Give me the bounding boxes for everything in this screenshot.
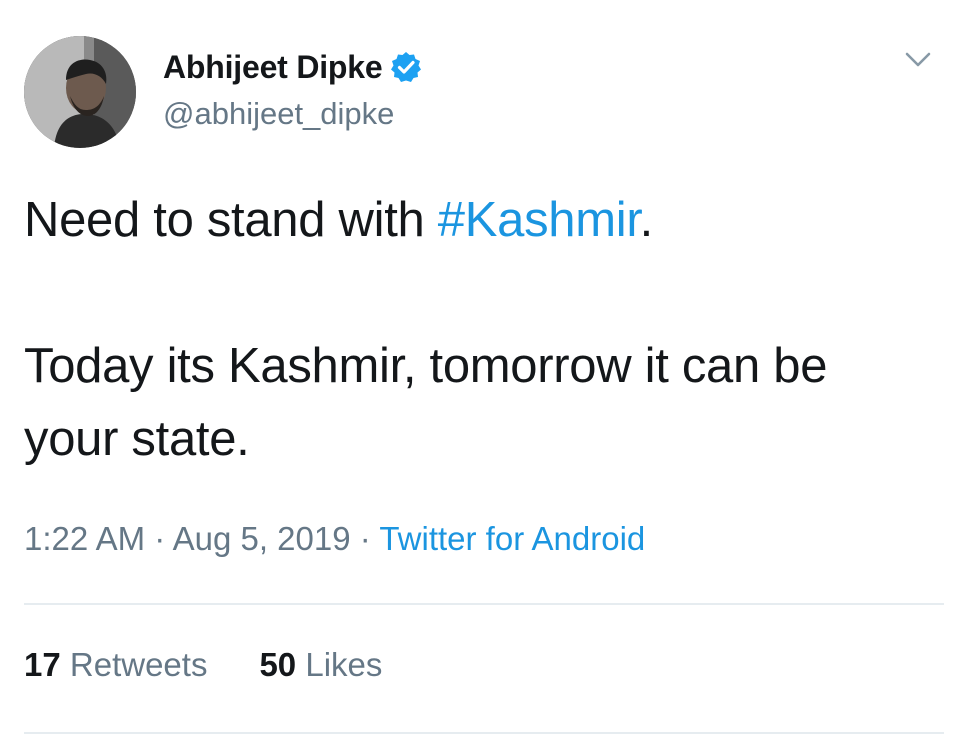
tweet-date[interactable]: Aug 5, 2019 — [173, 520, 351, 557]
divider — [24, 732, 944, 734]
tweet-time[interactable]: 1:22 AM — [24, 520, 145, 557]
tweet-meta: 1:22 AM · Aug 5, 2019 · Twitter for Andr… — [24, 520, 645, 558]
likes-count: 50 — [259, 646, 297, 683]
chevron-down-icon[interactable] — [902, 48, 934, 72]
tweet-line-1: Need to stand with #Kashmir. — [24, 184, 934, 257]
meta-separator: · — [350, 520, 380, 557]
retweets-stat[interactable]: 17 Retweets — [24, 646, 207, 684]
profile-photo — [24, 36, 136, 148]
tweet-stats: 17 Retweets 50 Likes — [24, 646, 382, 684]
tweet-card: Abhijeet Dipke @abhijeet_dipke Need to s… — [0, 0, 968, 747]
tweet-source-link[interactable]: Twitter for Android — [379, 520, 645, 557]
tweet-line-2: Today its Kashmir, tomorrow it can be yo… — [24, 339, 828, 466]
author-display-name[interactable]: Abhijeet Dipke — [163, 49, 383, 86]
likes-stat[interactable]: 50 Likes — [259, 646, 382, 684]
likes-label: Likes — [305, 646, 383, 683]
tweet-line-1-prefix: Need to stand with — [24, 193, 438, 247]
verified-badge-icon — [390, 51, 422, 83]
meta-separator: · — [145, 520, 173, 557]
tweet-line-1-suffix: . — [639, 193, 654, 247]
divider — [24, 603, 944, 605]
avatar[interactable] — [24, 36, 136, 148]
author-name-row[interactable]: Abhijeet Dipke — [163, 46, 422, 88]
retweets-count: 17 — [24, 646, 61, 683]
retweets-label: Retweets — [69, 646, 208, 683]
tweet-text: Need to stand with #Kashmir. Today its K… — [24, 184, 934, 476]
hashtag-link[interactable]: #Kashmir — [438, 193, 640, 247]
author-handle[interactable]: @abhijeet_dipke — [163, 96, 394, 132]
